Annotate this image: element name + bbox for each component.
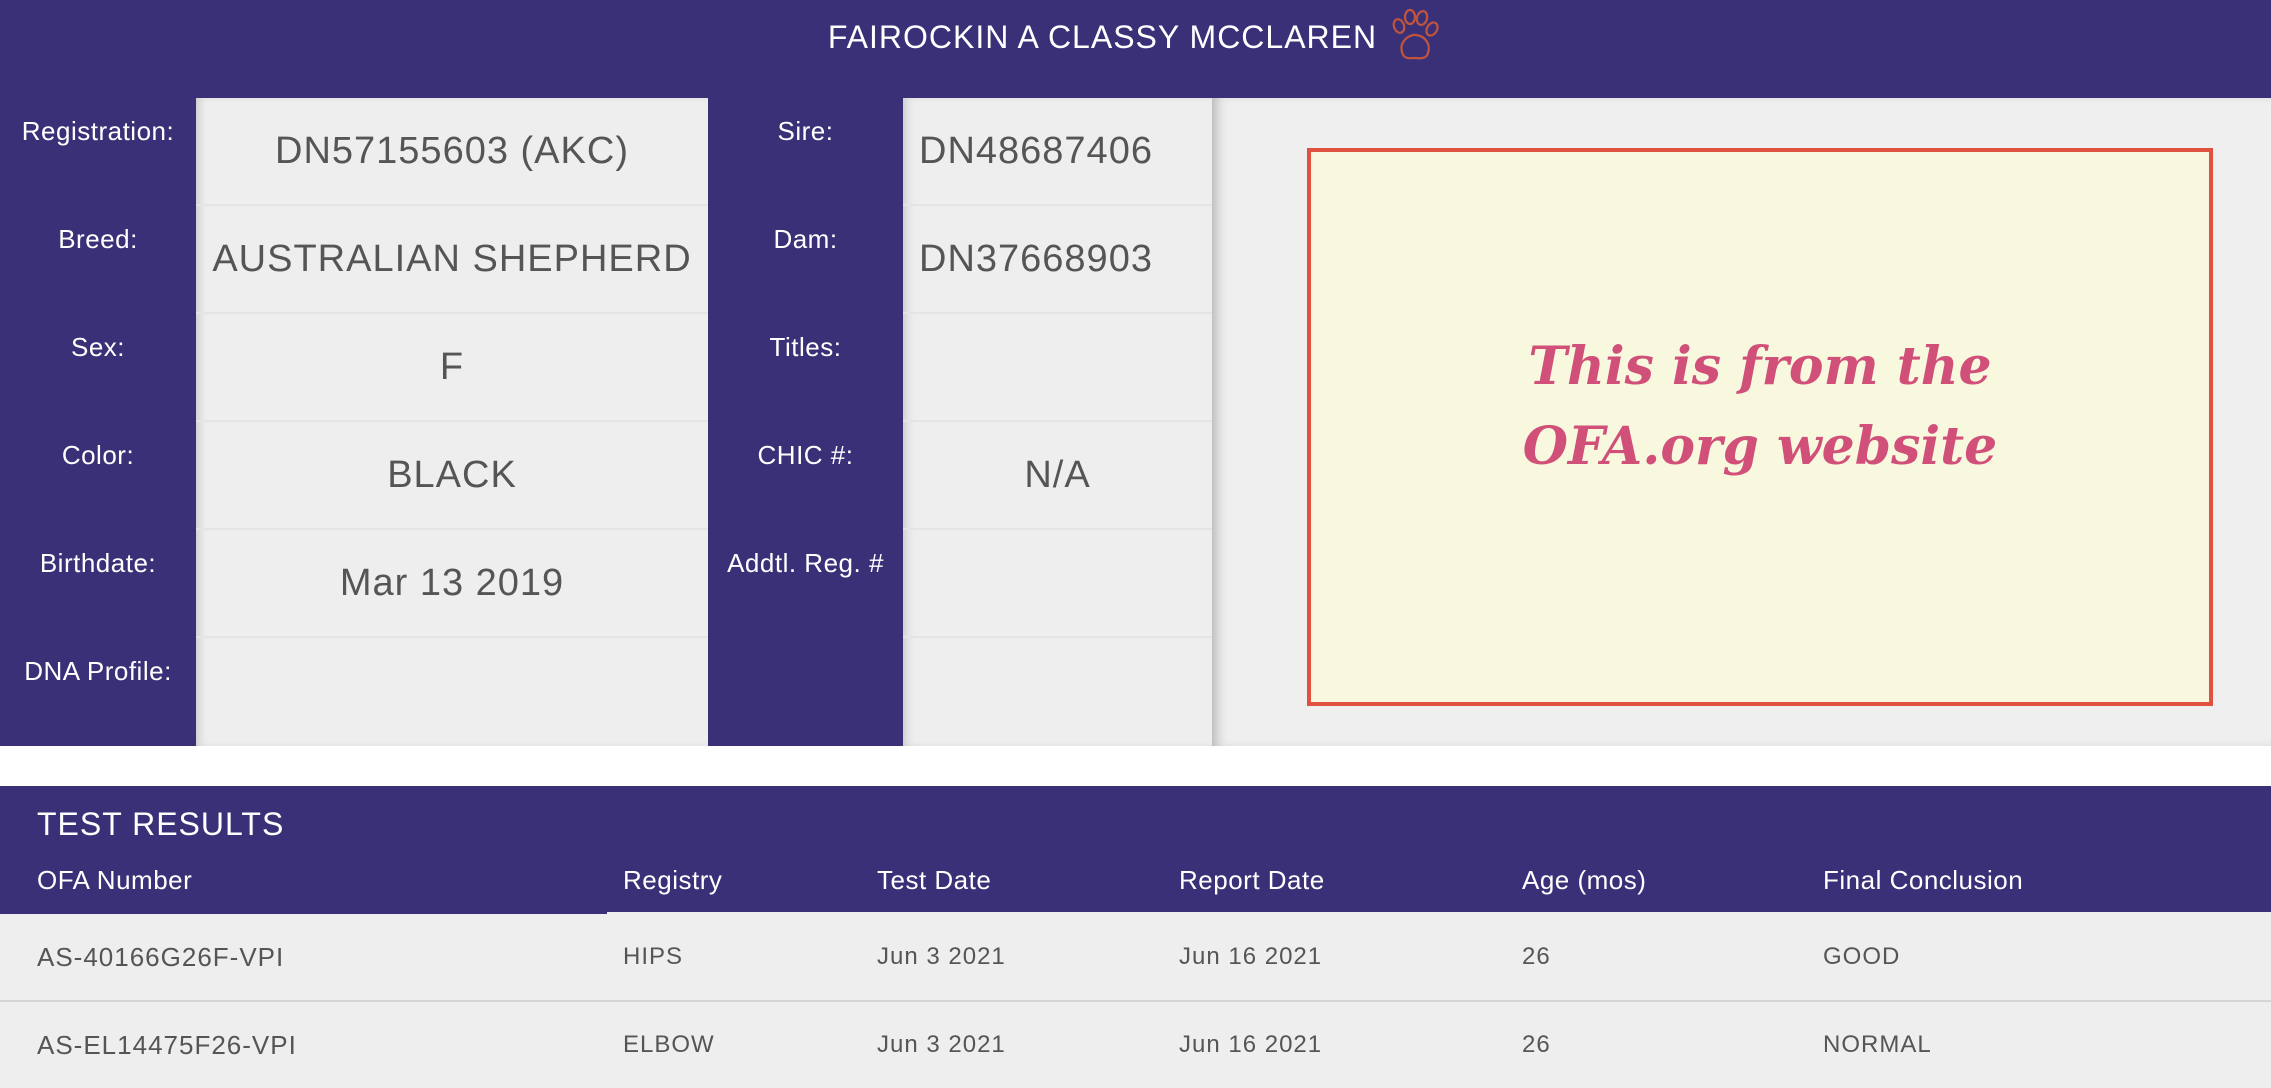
test-results-title: TEST RESULTS xyxy=(37,806,285,842)
col-age: Age (mos) xyxy=(1522,865,1647,895)
cell-test-date: Jun 3 2021 xyxy=(877,1031,1006,1058)
label-chic: CHIC #: xyxy=(757,440,854,470)
table-row: AS-EL14475F26-VPI ELBOW Jun 3 2021 Jun 1… xyxy=(0,1002,2271,1088)
value-addtl-reg xyxy=(903,530,1212,638)
cell-age: 26 xyxy=(1522,943,1551,970)
middle-value-column: DN48687406 DN37668903 N/A xyxy=(903,98,1212,746)
col-report-date: Report Date xyxy=(1179,865,1325,895)
cell-ofa-number: AS-40166G26F-VPI xyxy=(37,942,285,972)
value-color: BLACK xyxy=(196,422,708,530)
middle-label-column: Sire: Dam: Titles: CHIC #: Addtl. Reg. # xyxy=(708,98,903,746)
value-birthdate: Mar 13 2019 xyxy=(196,530,708,638)
cell-report-date: Jun 16 2021 xyxy=(1179,943,1323,970)
value-dna-profile xyxy=(196,638,708,746)
label-addtl-reg: Addtl. Reg. # xyxy=(727,548,884,578)
value-chic: N/A xyxy=(903,422,1212,530)
label-color: Color: xyxy=(61,440,135,470)
value-registration: DN57155603 (AKC) xyxy=(196,98,708,206)
ofa-source-note: This is from the OFA.org website xyxy=(1307,148,2213,706)
left-value-column: DN57155603 (AKC) AUSTRALIAN SHEPHERD F B… xyxy=(196,98,708,746)
cell-report-date: Jun 16 2021 xyxy=(1179,1031,1323,1058)
table-row: AS-40166G26F-VPI HIPS Jun 3 2021 Jun 16 … xyxy=(0,914,2271,1000)
cell-ofa-number: AS-EL14475F26-VPI xyxy=(37,1030,297,1060)
label-breed: Breed: xyxy=(58,224,138,254)
label-dam: Dam: xyxy=(773,224,838,254)
value-blank xyxy=(903,638,1212,746)
label-sex: Sex: xyxy=(70,332,126,362)
dog-name-title: FAIROCKIN A CLASSY MCCLAREN xyxy=(827,18,1378,55)
cell-final-conclusion: GOOD xyxy=(1823,943,1901,970)
page-header: FAIROCKIN A CLASSY MCCLAREN xyxy=(0,0,2271,98)
left-label-column: Registration: Breed: Sex: Color: Birthda… xyxy=(0,98,196,746)
cell-final-conclusion: NORMAL xyxy=(1823,1031,1932,1058)
label-titles: Titles: xyxy=(769,332,842,362)
label-dna-profile: DNA Profile: xyxy=(24,656,172,686)
cell-age: 26 xyxy=(1522,1031,1551,1058)
col-final-conclusion: Final Conclusion xyxy=(1823,865,2024,895)
col-registry: Registry xyxy=(623,865,723,895)
value-titles xyxy=(903,314,1212,422)
value-breed: AUSTRALIAN SHEPHERD xyxy=(196,206,708,314)
col-test-date: Test Date xyxy=(877,865,992,895)
value-sex: F xyxy=(196,314,708,422)
value-sire: DN48687406 xyxy=(903,98,1212,206)
col-ofa-number: OFA Number xyxy=(37,865,193,895)
label-birthdate: Birthdate: xyxy=(39,548,157,578)
note-text: This is from the OFA.org website xyxy=(1522,336,1998,477)
cell-registry: ELBOW xyxy=(623,1031,715,1058)
label-registration: Registration: xyxy=(21,116,175,146)
paw-icon xyxy=(1385,6,1443,73)
label-sire: Sire: xyxy=(777,116,834,146)
test-results-header: TEST RESULTS OFA Number Registry Test Da… xyxy=(0,786,2271,914)
cell-registry: HIPS xyxy=(623,943,684,970)
value-dam: DN37668903 xyxy=(903,206,1212,314)
cell-test-date: Jun 3 2021 xyxy=(877,943,1006,970)
